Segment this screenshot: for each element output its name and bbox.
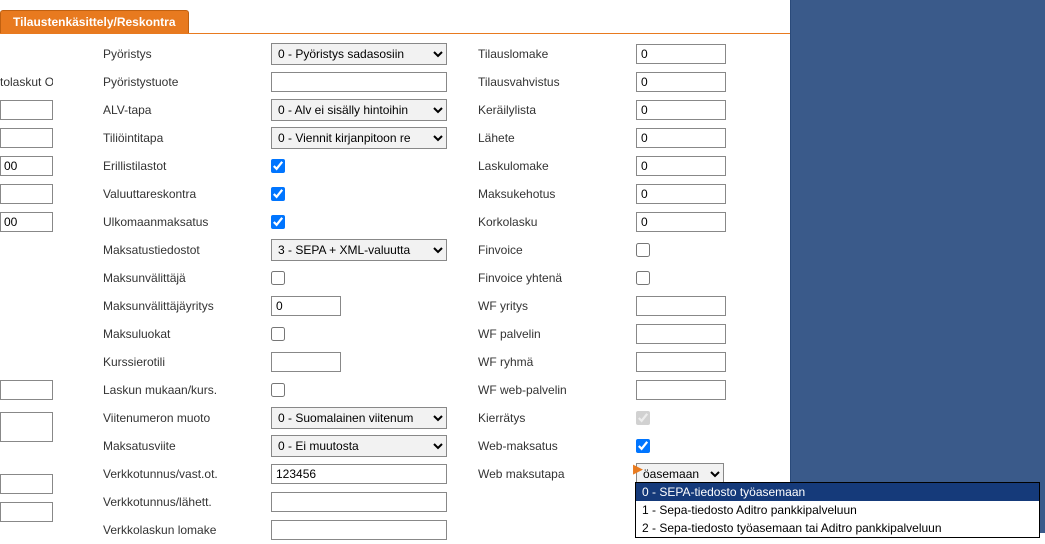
input-kurssierotili[interactable] <box>271 352 341 372</box>
input-kerailylista[interactable] <box>636 100 726 120</box>
label-kurssierotili: Kurssierotili <box>103 355 271 369</box>
tab-tilaustenkasittely[interactable]: Tilaustenkäsittely/Reskontra <box>0 10 189 34</box>
label-webmaksutapa: Web maksutapa <box>478 467 636 481</box>
label-viitenumeron: Viitenumeron muoto <box>103 411 271 425</box>
checkbox-maksunvalittaja[interactable] <box>271 271 285 285</box>
label-verkkolaskun: Verkkolaskun lomake <box>103 523 271 537</box>
label-korkolasku: Korkolasku <box>478 215 636 229</box>
label-maksatustiedostot: Maksatustiedostot <box>103 243 271 257</box>
input-wfryhma[interactable] <box>636 352 726 372</box>
select-viitenumeron[interactable]: 0 - Suomalainen viitenum <box>271 407 447 429</box>
label-verkkotunnuslahet: Verkkotunnus/lähett. <box>103 495 271 509</box>
cutoff-input-6[interactable] <box>0 380 53 400</box>
label-pyoristys: Pyöristys <box>103 47 271 61</box>
label-laskulomake: Laskulomake <box>478 159 636 173</box>
select-tiliointitapa[interactable]: 0 - Viennit kirjanpitoon re <box>271 127 447 149</box>
label-valuuttareskontra: Valuuttareskontra <box>103 187 271 201</box>
checkbox-laskunmukaan[interactable] <box>271 383 285 397</box>
label-webmaksatus: Web-maksatus <box>478 439 636 453</box>
cutoff-input-5[interactable] <box>0 212 53 232</box>
label-wfyritys: WF yritys <box>478 299 636 313</box>
input-maksunvalittajayritys[interactable] <box>271 296 341 316</box>
label-tilauslomake: Tilauslomake <box>478 47 636 61</box>
checkbox-finvoiceyhtena[interactable] <box>636 271 650 285</box>
left-cutoff-column: tolaskut Oy <box>0 40 55 526</box>
label-finvoice: Finvoice <box>478 243 636 257</box>
label-kerailylista: Keräilylista <box>478 103 636 117</box>
dropdown-option-2[interactable]: 2 - Sepa-tiedosto työasemaan tai Aditro … <box>636 519 1039 537</box>
input-maksukehotus[interactable] <box>636 184 726 204</box>
cutoff-input-1[interactable] <box>0 100 53 120</box>
right-panel <box>790 0 1045 533</box>
label-wfryhma: WF ryhmä <box>478 355 636 369</box>
select-maksatusviite[interactable]: 0 - Ei muutosta <box>271 435 447 457</box>
input-verkkolaskun[interactable] <box>271 520 447 540</box>
input-tilauslomake[interactable] <box>636 44 726 64</box>
dropdown-option-1[interactable]: 1 - Sepa-tiedosto Aditro pankkipalveluun <box>636 501 1039 519</box>
tab-underline <box>0 33 790 34</box>
column-2: Tilauslomake Tilausvahvistus Keräilylist… <box>478 40 768 488</box>
input-korkolasku[interactable] <box>636 212 726 232</box>
dropdown-option-0[interactable]: 0 - SEPA-tiedosto työasemaan <box>636 483 1039 501</box>
input-wfyritys[interactable] <box>636 296 726 316</box>
form-area: tolaskut Oy Pyöristys 0 - Pyöristys sada… <box>0 40 790 533</box>
select-alvtapa[interactable]: 0 - Alv ei sisälly hintoihin <box>271 99 447 121</box>
cutoff-input-8[interactable] <box>0 474 53 494</box>
input-laskulomake[interactable] <box>636 156 726 176</box>
label-lahete: Lähete <box>478 131 636 145</box>
checkbox-kierratys <box>636 411 650 425</box>
cutoff-input-3[interactable] <box>0 156 53 176</box>
cutoff-input-2[interactable] <box>0 128 53 148</box>
tab-bar: Tilaustenkäsittely/Reskontra <box>0 10 189 34</box>
cutoff-text: tolaskut Oy <box>0 75 53 89</box>
select-pyoristys[interactable]: 0 - Pyöristys sadasosiin <box>271 43 447 65</box>
label-maksukehotus: Maksukehotus <box>478 187 636 201</box>
input-lahete[interactable] <box>636 128 726 148</box>
label-verkkotunnusvast: Verkkotunnus/vast.ot. <box>103 467 271 481</box>
column-1: Pyöristys 0 - Pyöristys sadasosiin Pyöri… <box>103 40 458 544</box>
checkbox-ulkomaanmaksatus[interactable] <box>271 215 285 229</box>
label-wfpalvelin: WF palvelin <box>478 327 636 341</box>
label-erillistilastot: Erillistilastot <box>103 159 271 173</box>
label-alvtapa: ALV-tapa <box>103 103 271 117</box>
label-kierratys: Kierrätys <box>478 411 636 425</box>
input-pyoristystuote[interactable] <box>271 72 447 92</box>
label-maksuluokat: Maksuluokat <box>103 327 271 341</box>
input-wfwebpalvelin[interactable] <box>636 380 726 400</box>
input-verkkotunnuslahet[interactable] <box>271 492 447 512</box>
checkbox-finvoice[interactable] <box>636 243 650 257</box>
label-finvoiceyhtena: Finvoice yhtenä <box>478 271 636 285</box>
cutoff-input-9[interactable] <box>0 502 53 522</box>
cutoff-input-7[interactable] <box>0 412 53 442</box>
input-wfpalvelin[interactable] <box>636 324 726 344</box>
label-maksunvalittaja: Maksunvälittäjä <box>103 271 271 285</box>
input-verkkotunnusvast[interactable] <box>271 464 447 484</box>
label-laskunmukaan: Laskun mukaan/kurs. <box>103 383 271 397</box>
label-maksunvalittajayritys: Maksunvälittäjäyritys <box>103 299 271 313</box>
webmaksutapa-dropdown-list[interactable]: 0 - SEPA-tiedosto työasemaan 1 - Sepa-ti… <box>635 482 1040 538</box>
checkbox-valuuttareskontra[interactable] <box>271 187 285 201</box>
label-tiliointitapa: Tiliöintitapa <box>103 131 271 145</box>
checkbox-erillistilastot[interactable] <box>271 159 285 173</box>
label-pyoristystuote: Pyöristystuote <box>103 75 271 89</box>
label-wfwebpalvelin: WF web-palvelin <box>478 383 636 397</box>
select-maksatustiedostot[interactable]: 3 - SEPA + XML-valuutta <box>271 239 447 261</box>
label-maksatusviite: Maksatusviite <box>103 439 271 453</box>
checkbox-webmaksatus[interactable] <box>636 439 650 453</box>
label-ulkomaanmaksatus: Ulkomaanmaksatus <box>103 215 271 229</box>
checkbox-maksuluokat[interactable] <box>271 327 285 341</box>
input-tilausvahvistus[interactable] <box>636 72 726 92</box>
cutoff-input-4[interactable] <box>0 184 53 204</box>
label-tilausvahvistus: Tilausvahvistus <box>478 75 636 89</box>
